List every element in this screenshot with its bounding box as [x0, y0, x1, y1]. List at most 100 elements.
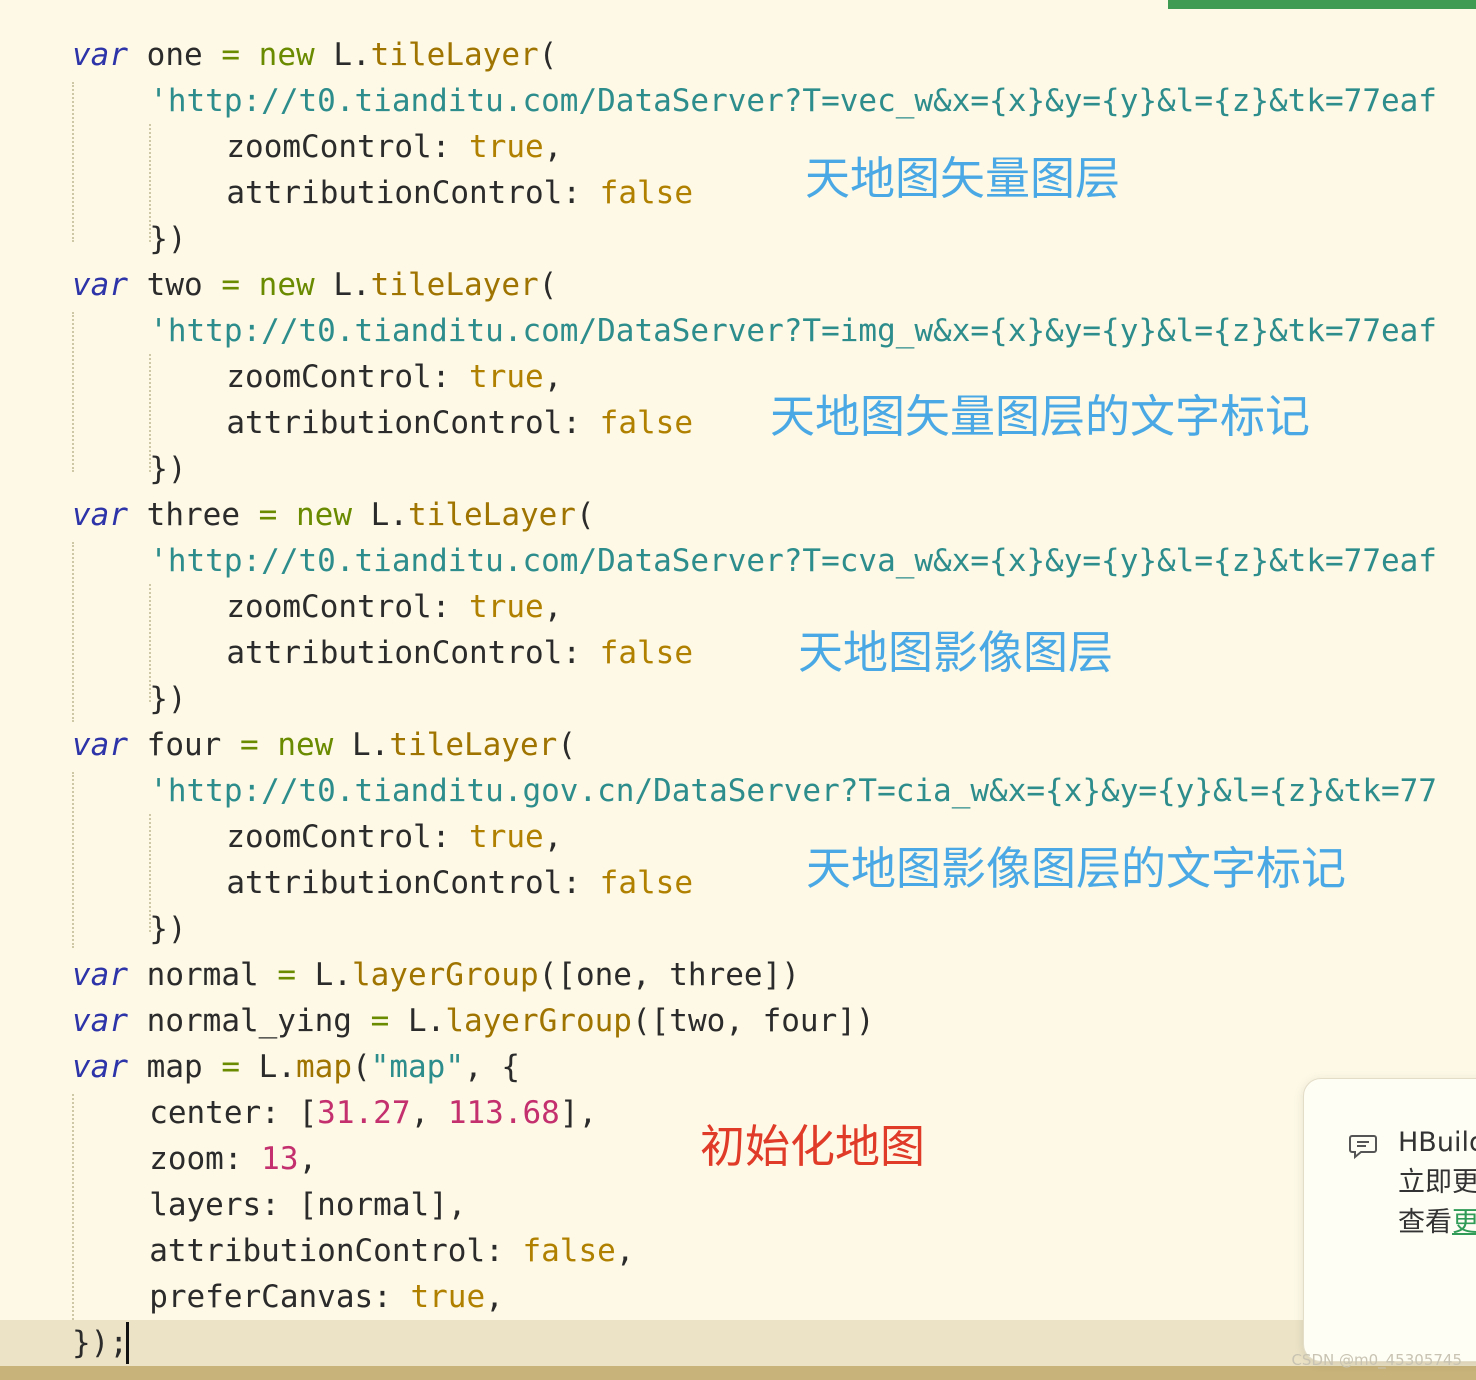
- code-token: four: [128, 727, 240, 763]
- code-token: }): [149, 911, 187, 947]
- code-line[interactable]: layers: [normal],: [0, 1182, 1476, 1228]
- message-icon: [1349, 1135, 1377, 1160]
- code-token: false: [599, 405, 693, 441]
- code-text: });: [72, 1320, 128, 1366]
- annotation-init-map: 初始化地图: [700, 1120, 926, 1173]
- indent-guide: [72, 1094, 74, 1320]
- code-line[interactable]: }): [0, 676, 1476, 722]
- code-token: tileLayer: [389, 727, 558, 763]
- code-token: false: [599, 175, 693, 211]
- code-text: attributionControl: false: [226, 630, 693, 676]
- code-token: L.: [295, 957, 352, 993]
- indent-guide: [72, 542, 74, 722]
- code-token: ,: [615, 1233, 635, 1269]
- code-token: attributionControl:: [149, 1233, 523, 1269]
- code-line[interactable]: var normal_ying = L.layerGroup([two, fou…: [0, 998, 1476, 1044]
- indent-guide: [149, 354, 151, 472]
- code-line[interactable]: 'http://t0.tianditu.com/DataServer?T=cva…: [0, 538, 1476, 584]
- code-token: =: [277, 957, 296, 993]
- code-token: ,: [298, 1141, 318, 1177]
- code-token: true: [410, 1279, 486, 1315]
- code-text: var three = new L.tileLayer(: [72, 492, 595, 538]
- code-line[interactable]: }): [0, 906, 1476, 952]
- code-line[interactable]: preferCanvas: true,: [0, 1274, 1476, 1320]
- code-token: map: [296, 1049, 352, 1085]
- code-token: }): [149, 451, 187, 487]
- code-token: ,: [543, 129, 563, 165]
- annotation-vec-labels: 天地图矢量图层的文字标记: [770, 390, 1311, 443]
- code-line[interactable]: var normal = L.layerGroup([one, three]): [0, 952, 1476, 998]
- code-line[interactable]: 'http://t0.tianditu.com/DataServer?T=img…: [0, 308, 1476, 354]
- code-text: attributionControl: false: [226, 400, 693, 446]
- code-token: ([one, three]): [538, 957, 800, 993]
- annotation-vec-layer: 天地图矢量图层: [805, 152, 1121, 205]
- code-line[interactable]: 'http://t0.tianditu.gov.cn/DataServer?T=…: [0, 768, 1476, 814]
- code-token: =: [221, 37, 240, 73]
- notification-details-prefix: 查看: [1398, 1207, 1452, 1238]
- code-text: var map = L.map("map", {: [72, 1044, 520, 1090]
- code-token: });: [72, 1325, 128, 1361]
- code-line[interactable]: zoomControl: true,: [0, 124, 1476, 170]
- code-token: true: [469, 129, 544, 165]
- update-notification[interactable]: HBuild 立即更 查看更: [1303, 1078, 1476, 1362]
- code-token: ],: [559, 1095, 598, 1131]
- code-token: true: [469, 359, 544, 395]
- code-line[interactable]: }): [0, 446, 1476, 492]
- code-text: attributionControl: false: [226, 170, 693, 216]
- code-token: var: [72, 1049, 128, 1085]
- notification-update-text[interactable]: 立即更: [1398, 1163, 1476, 1203]
- code-token: (: [352, 1049, 371, 1085]
- code-text: preferCanvas: true,: [149, 1274, 504, 1320]
- code-token: (: [538, 37, 558, 73]
- notification-details: 查看更: [1398, 1203, 1476, 1243]
- code-token: attributionControl:: [226, 175, 600, 211]
- code-token: one: [128, 37, 222, 73]
- code-token: tileLayer: [370, 37, 539, 73]
- code-text: }): [149, 216, 186, 262]
- code-editor[interactable]: var one = new L.tileLayer('http://t0.tia…: [0, 0, 1476, 1380]
- code-token: zoomControl:: [226, 819, 470, 855]
- code-token: normal: [128, 957, 278, 993]
- code-line[interactable]: var two = new L.tileLayer(: [0, 262, 1476, 308]
- code-token: var: [72, 1003, 128, 1039]
- code-token: (: [557, 727, 576, 763]
- code-token: attributionControl:: [226, 405, 600, 441]
- code-token: L.: [333, 727, 390, 763]
- code-token: center: [: [149, 1095, 318, 1131]
- code-token: attributionControl:: [226, 635, 600, 671]
- current-code-line[interactable]: });: [0, 1320, 1476, 1366]
- code-text: center: [31.27, 113.68],: [149, 1090, 597, 1136]
- code-text: }): [149, 676, 186, 722]
- code-token: zoomControl:: [226, 129, 470, 165]
- code-text: zoomControl: true,: [226, 354, 562, 400]
- code-token: 'http://t0.tianditu.com/DataServer?T=img…: [149, 313, 1437, 349]
- notification-details-link[interactable]: 更: [1452, 1207, 1476, 1238]
- code-token: tileLayer: [370, 267, 539, 303]
- code-text: }): [149, 906, 186, 952]
- code-token: layerGroup: [351, 957, 539, 993]
- code-token: =: [221, 1049, 240, 1085]
- code-text: var one = new L.tileLayer(: [72, 32, 557, 78]
- code-line[interactable]: }): [0, 216, 1476, 262]
- code-token: var: [72, 37, 128, 73]
- code-text: zoomControl: true,: [226, 814, 562, 860]
- code-line[interactable]: 'http://t0.tianditu.com/DataServer?T=vec…: [0, 78, 1476, 124]
- code-token: L.: [314, 37, 371, 73]
- code-line[interactable]: zoomControl: true,: [0, 584, 1476, 630]
- code-line[interactable]: attributionControl: false: [0, 170, 1476, 216]
- code-token: ,: [410, 1095, 448, 1131]
- code-token: 31.27: [317, 1095, 411, 1131]
- code-token: =: [258, 497, 278, 533]
- code-text: layers: [normal],: [149, 1182, 466, 1228]
- code-token: }): [149, 221, 187, 257]
- code-line[interactable]: var one = new L.tileLayer(: [0, 32, 1476, 78]
- code-token: true: [469, 819, 544, 855]
- code-line[interactable]: var three = new L.tileLayer(: [0, 492, 1476, 538]
- code-token: "map": [370, 1049, 464, 1085]
- code-text: attributionControl: false,: [149, 1228, 634, 1274]
- code-line[interactable]: var four = new L.tileLayer(: [0, 722, 1476, 768]
- code-line[interactable]: var map = L.map("map", {: [0, 1044, 1476, 1090]
- code-line[interactable]: attributionControl: false,: [0, 1228, 1476, 1274]
- code-line[interactable]: attributionControl: false: [0, 630, 1476, 676]
